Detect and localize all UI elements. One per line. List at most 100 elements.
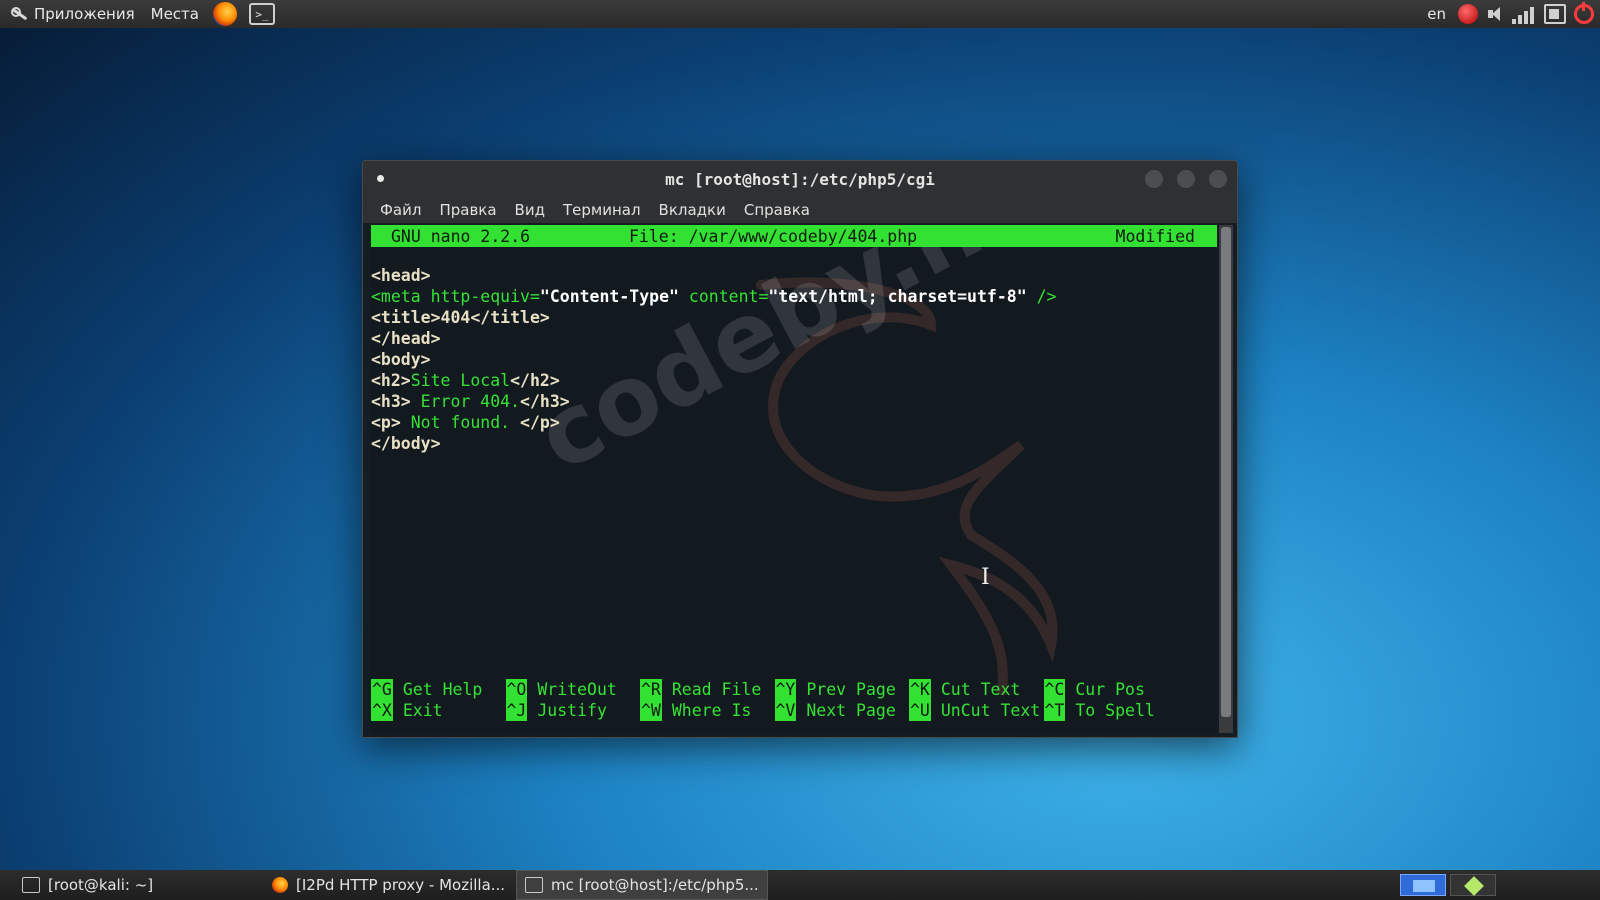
nano-modified-status: Modified bbox=[1115, 226, 1195, 246]
code-token: /> bbox=[1026, 287, 1057, 306]
task-firefox-i2pd[interactable]: [I2Pd HTTP proxy - Mozilla... bbox=[264, 870, 514, 900]
code-line: <h2>Site Local</h2> bbox=[371, 370, 1056, 391]
shortcut-label: Next Page bbox=[806, 701, 896, 720]
window-controls bbox=[1145, 170, 1227, 188]
menu-file[interactable]: Файл bbox=[371, 201, 430, 219]
menu-tabs[interactable]: Вкладки bbox=[650, 201, 735, 219]
code-line: <p> Not found. </p> bbox=[371, 412, 1056, 433]
applications-label: Приложения bbox=[34, 5, 135, 23]
code-line: </body> bbox=[371, 433, 1056, 454]
shortcut-where-is[interactable]: ^W Where Is bbox=[640, 700, 751, 721]
battery-icon[interactable] bbox=[1544, 4, 1566, 24]
terminal-menubar: Файл Правка Вид Терминал Вкладки Справка bbox=[363, 197, 1237, 223]
code-line: <head> bbox=[371, 265, 1056, 286]
editor-buffer[interactable]: <head> <meta http-equiv="Content-Type" co… bbox=[371, 265, 1056, 454]
power-icon[interactable] bbox=[1574, 2, 1594, 24]
shortcut-key: ^W bbox=[640, 700, 662, 721]
terminal-content[interactable]: codeby.net GNU nano 2.2.6 File: /var/www… bbox=[371, 225, 1217, 733]
shortcut-writeout[interactable]: ^O WriteOut bbox=[505, 679, 617, 700]
code-token: content= bbox=[678, 287, 769, 306]
code-token: "Content-Type" bbox=[539, 287, 679, 306]
nano-filename: File: /var/www/codeby/404.php bbox=[629, 226, 918, 246]
window-titlebar[interactable]: mc [root@host]:/etc/php5/cgi bbox=[363, 161, 1237, 197]
shortcut-cut-text[interactable]: ^K Cut Text bbox=[909, 679, 1020, 700]
shortcut-key: ^X bbox=[371, 700, 393, 721]
code-token: <h3> bbox=[371, 392, 411, 411]
places-menu[interactable]: Места bbox=[143, 0, 207, 28]
record-icon[interactable] bbox=[1458, 4, 1478, 24]
applications-menu[interactable]: Приложения bbox=[0, 0, 143, 28]
shortcut-label: Read File bbox=[671, 680, 762, 699]
terminal-launcher-icon[interactable]: >_ bbox=[249, 3, 275, 25]
shortcut-key: ^T bbox=[1043, 700, 1066, 721]
task-mc-terminal[interactable]: mc [root@host]:/etc/php5... bbox=[516, 870, 768, 900]
code-token: "text/html; charset=utf-8" bbox=[768, 287, 1027, 306]
task-label: mc [root@host]:/etc/php5... bbox=[551, 876, 759, 894]
kali-apps-icon bbox=[10, 5, 28, 23]
shortcut-get-help[interactable]: ^G Get Help bbox=[371, 679, 482, 700]
code-line: <meta http-equiv="Content-Type" content=… bbox=[371, 286, 1056, 307]
code-token: </head> bbox=[371, 329, 441, 348]
shortcut-label: To Spell bbox=[1075, 701, 1155, 720]
code-token: <meta bbox=[371, 287, 431, 306]
shortcut-prev-page[interactable]: ^Y Prev Page bbox=[774, 679, 896, 700]
shortcut-key: ^Y bbox=[774, 679, 797, 700]
shortcut-label: Where Is bbox=[671, 701, 752, 720]
shortcut-row-2: ^X Exit ^J Justify ^W Where Is ^V Next Page ^U Un… bbox=[371, 700, 1217, 721]
text-cursor-icon: I bbox=[981, 565, 990, 590]
shortcut-to-spell[interactable]: ^T To Spell bbox=[1043, 700, 1155, 721]
keyboard-layout-indicator[interactable]: en bbox=[1427, 5, 1446, 23]
shortcut-cur-pos[interactable]: ^C Cur Pos bbox=[1043, 679, 1145, 700]
shortcut-read-file[interactable]: ^R Read File bbox=[640, 679, 761, 700]
code-token: Error 404. bbox=[410, 392, 521, 411]
shortcut-exit[interactable]: ^X Exit bbox=[371, 700, 443, 721]
maximize-button[interactable] bbox=[1177, 170, 1195, 188]
terminal-scrollbar[interactable] bbox=[1219, 225, 1233, 733]
shortcut-label: Exit bbox=[402, 701, 443, 720]
nano-version: GNU nano 2.2.6 bbox=[391, 226, 531, 246]
window-menu-dot-icon[interactable] bbox=[377, 175, 384, 182]
code-line: <h3> Error 404.</h3> bbox=[371, 391, 1056, 412]
shortcut-label: Justify bbox=[537, 701, 607, 720]
menu-help[interactable]: Справка bbox=[735, 201, 819, 219]
shortcut-label: WriteOut bbox=[537, 680, 617, 699]
firefox-launcher-icon[interactable] bbox=[213, 2, 237, 26]
system-tray: en bbox=[1427, 0, 1600, 28]
places-label: Места bbox=[150, 5, 199, 23]
terminal-window: mc [root@host]:/etc/php5/cgi Файл Правка… bbox=[362, 160, 1238, 738]
nano-shortcut-bar: ^G Get Help ^O WriteOut ^R Read File ^Y Prev Pa… bbox=[371, 679, 1217, 721]
shortcut-justify[interactable]: ^J Justify bbox=[505, 700, 607, 721]
shortcut-key: ^J bbox=[505, 700, 528, 721]
menu-view[interactable]: Вид bbox=[506, 201, 554, 219]
shortcut-key: ^C bbox=[1043, 679, 1066, 700]
menu-terminal[interactable]: Терминал bbox=[554, 201, 650, 219]
shortcut-uncut-text[interactable]: ^U UnCut Text bbox=[909, 700, 1040, 721]
menu-edit[interactable]: Правка bbox=[430, 201, 505, 219]
task-root-kali-terminal[interactable]: [root@kali: ~] bbox=[14, 870, 264, 900]
nano-header-bar: GNU nano 2.2.6 File: /var/www/codeby/404… bbox=[371, 225, 1217, 247]
code-token: </h2> bbox=[510, 371, 560, 390]
shortcut-key: ^G bbox=[371, 679, 393, 700]
shortcut-next-page[interactable]: ^V Next Page bbox=[774, 700, 896, 721]
shortcut-key: ^K bbox=[909, 679, 931, 700]
terminal-icon bbox=[525, 877, 543, 893]
bottom-taskbar: [root@kali: ~] [I2Pd HTTP proxy - Mozill… bbox=[0, 870, 1600, 900]
task-label: [I2Pd HTTP proxy - Mozilla... bbox=[296, 876, 506, 894]
volume-icon[interactable] bbox=[1486, 5, 1504, 23]
shortcut-key: ^O bbox=[505, 679, 528, 700]
shortcut-row-1: ^G Get Help ^O WriteOut ^R Read File ^Y Prev Pa… bbox=[371, 679, 1217, 700]
close-button[interactable] bbox=[1209, 170, 1227, 188]
code-token: <h2> bbox=[371, 371, 411, 390]
network-signal-icon[interactable] bbox=[1512, 4, 1536, 24]
code-line: <title>404</title> bbox=[371, 307, 1056, 328]
scrollbar-thumb[interactable] bbox=[1221, 227, 1231, 717]
firefox-icon bbox=[272, 877, 288, 893]
code-token: </p> bbox=[520, 413, 560, 432]
minimize-button[interactable] bbox=[1145, 170, 1163, 188]
terminal-icon bbox=[22, 877, 40, 893]
workspace-2-button[interactable] bbox=[1450, 874, 1496, 896]
workspace-1-button[interactable] bbox=[1400, 874, 1446, 896]
shortcut-label: Cur Pos bbox=[1075, 680, 1145, 699]
code-token: Site Local bbox=[410, 371, 511, 390]
shortcut-label: UnCut Text bbox=[940, 701, 1041, 720]
